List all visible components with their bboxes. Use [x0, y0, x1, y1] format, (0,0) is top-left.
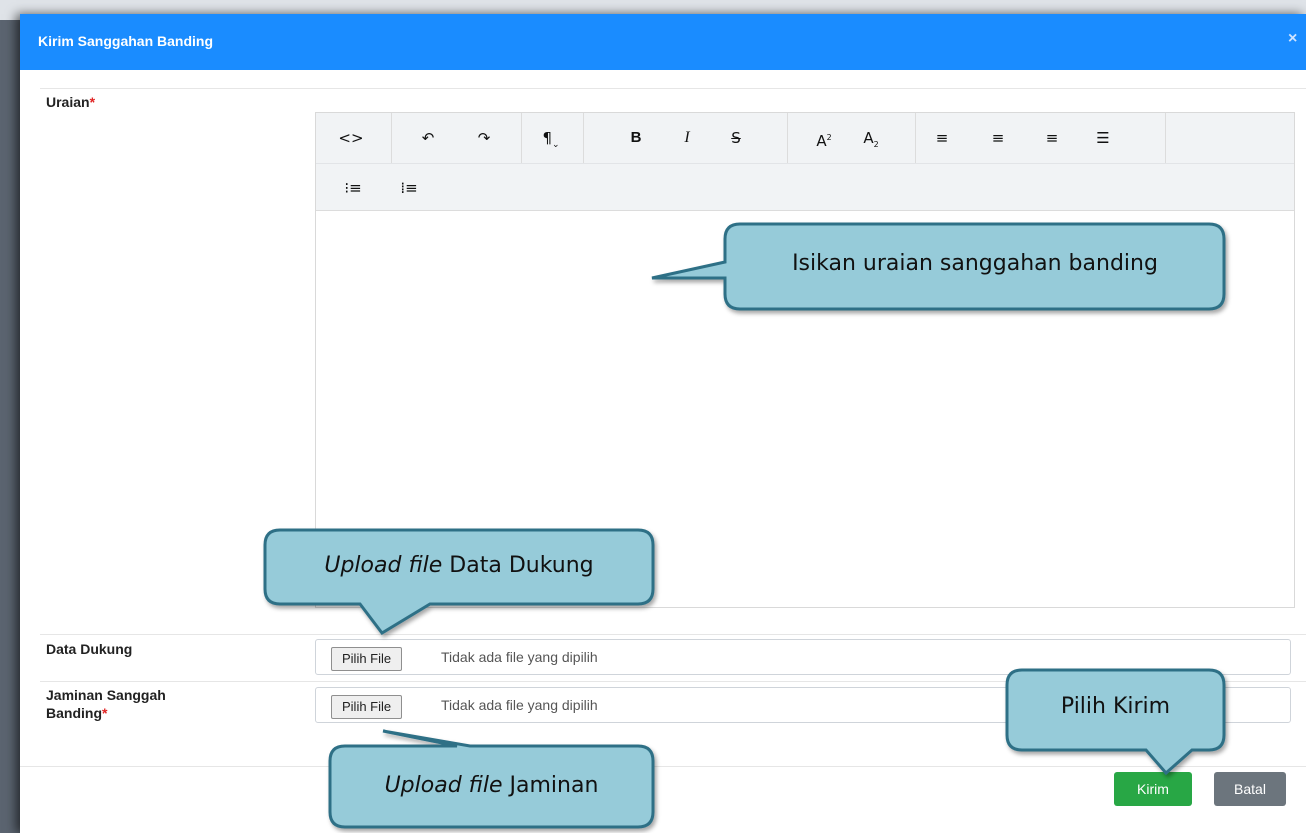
- code-view-icon[interactable]: <>: [338, 126, 364, 150]
- numbered-list-icon[interactable]: ⁞≡: [396, 176, 422, 200]
- data-dukung-file-input: Pilih File Tidak ada file yang dipilih: [315, 639, 1291, 675]
- modal-header: Kirim Sanggahan Banding ×: [20, 14, 1306, 70]
- jaminan-file-input: Pilih File Tidak ada file yang dipilih: [315, 687, 1291, 723]
- data-dukung-file-status: Tidak ada file yang dipilih: [441, 649, 598, 665]
- data-dukung-label: Data Dukung: [46, 641, 133, 657]
- align-left-icon[interactable]: ≡: [929, 126, 955, 150]
- divider: [40, 681, 1306, 682]
- kirim-sanggahan-modal: Kirim Sanggahan Banding × Uraian* <> ↶ ↷…: [20, 14, 1306, 833]
- bold-icon[interactable]: B: [623, 126, 649, 150]
- divider: [20, 766, 1306, 767]
- jaminan-sanggah-label: Jaminan Sanggah Banding*: [46, 687, 166, 721]
- align-center-icon[interactable]: ≡: [985, 126, 1011, 150]
- modal-title: Kirim Sanggahan Banding: [38, 33, 214, 49]
- jaminan-file-status: Tidak ada file yang dipilih: [441, 697, 598, 713]
- batal-button[interactable]: Batal: [1214, 772, 1286, 806]
- uraian-editor-area[interactable]: [316, 211, 1294, 607]
- jaminan-choose-file-button[interactable]: Pilih File: [331, 695, 403, 719]
- divider: [40, 88, 1306, 89]
- redo-icon[interactable]: ↷: [471, 126, 497, 150]
- uraian-label: Uraian*: [46, 94, 96, 110]
- subscript-icon[interactable]: A2: [858, 126, 884, 150]
- paragraph-format-icon[interactable]: ¶⌄: [538, 126, 564, 150]
- undo-icon[interactable]: ↶: [415, 126, 441, 150]
- data-dukung-choose-file-button[interactable]: Pilih File: [331, 647, 403, 671]
- divider: [40, 634, 1306, 635]
- align-right-icon[interactable]: ≡: [1039, 126, 1065, 150]
- strikethrough-icon[interactable]: S: [723, 126, 749, 150]
- align-justify-icon[interactable]: ☰: [1090, 126, 1116, 150]
- rich-text-editor: <> ↶ ↷ ¶⌄ B I S A2 A2 ≡ ≡ ≡ ☰ ⁝≡ ⁞≡: [315, 112, 1295, 608]
- bulleted-list-icon[interactable]: ⁝≡: [340, 176, 366, 200]
- kirim-button[interactable]: Kirim: [1114, 772, 1192, 806]
- editor-toolbar: <> ↶ ↷ ¶⌄ B I S A2 A2 ≡ ≡ ≡ ☰ ⁝≡ ⁞≡: [316, 113, 1294, 211]
- close-icon[interactable]: ×: [1288, 30, 1306, 52]
- italic-icon[interactable]: I: [674, 126, 700, 150]
- superscript-icon[interactable]: A2: [811, 126, 837, 150]
